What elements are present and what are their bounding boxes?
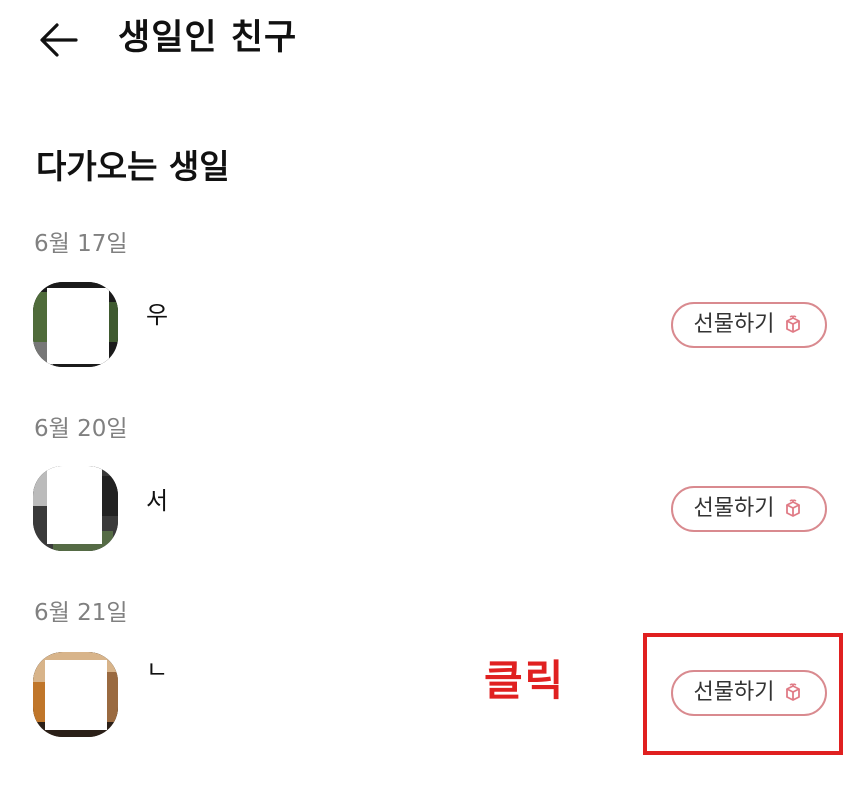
- date-label: 6월 21일: [34, 600, 128, 626]
- friend-name: 서: [146, 487, 169, 515]
- date-label: 6월 17일: [34, 231, 128, 257]
- gift-box-icon: [786, 315, 801, 333]
- gift-button[interactable]: 선물하기: [671, 302, 827, 348]
- friend-name: ㄴ: [146, 656, 169, 684]
- section-title-upcoming-birthdays: 다가오는 생일: [36, 147, 230, 186]
- arrow-left-icon: [40, 23, 78, 57]
- gift-button-label: 선물하기: [693, 312, 775, 337]
- annotation-click-text: 클릭: [484, 656, 566, 705]
- annotation-highlight-box: [643, 633, 843, 755]
- gift-button[interactable]: 선물하기: [671, 486, 827, 532]
- gift-box-icon: [786, 499, 801, 517]
- avatar[interactable]: [33, 466, 118, 551]
- friend-name: 우: [146, 301, 169, 329]
- gift-button-label: 선물하기: [693, 496, 775, 521]
- app-header: 생일인 친구: [0, 0, 864, 80]
- page-title: 생일인 친구: [118, 18, 298, 58]
- date-label: 6월 20일: [34, 416, 128, 442]
- back-button[interactable]: [36, 20, 80, 60]
- avatar[interactable]: [33, 282, 118, 367]
- avatar[interactable]: [33, 652, 118, 737]
